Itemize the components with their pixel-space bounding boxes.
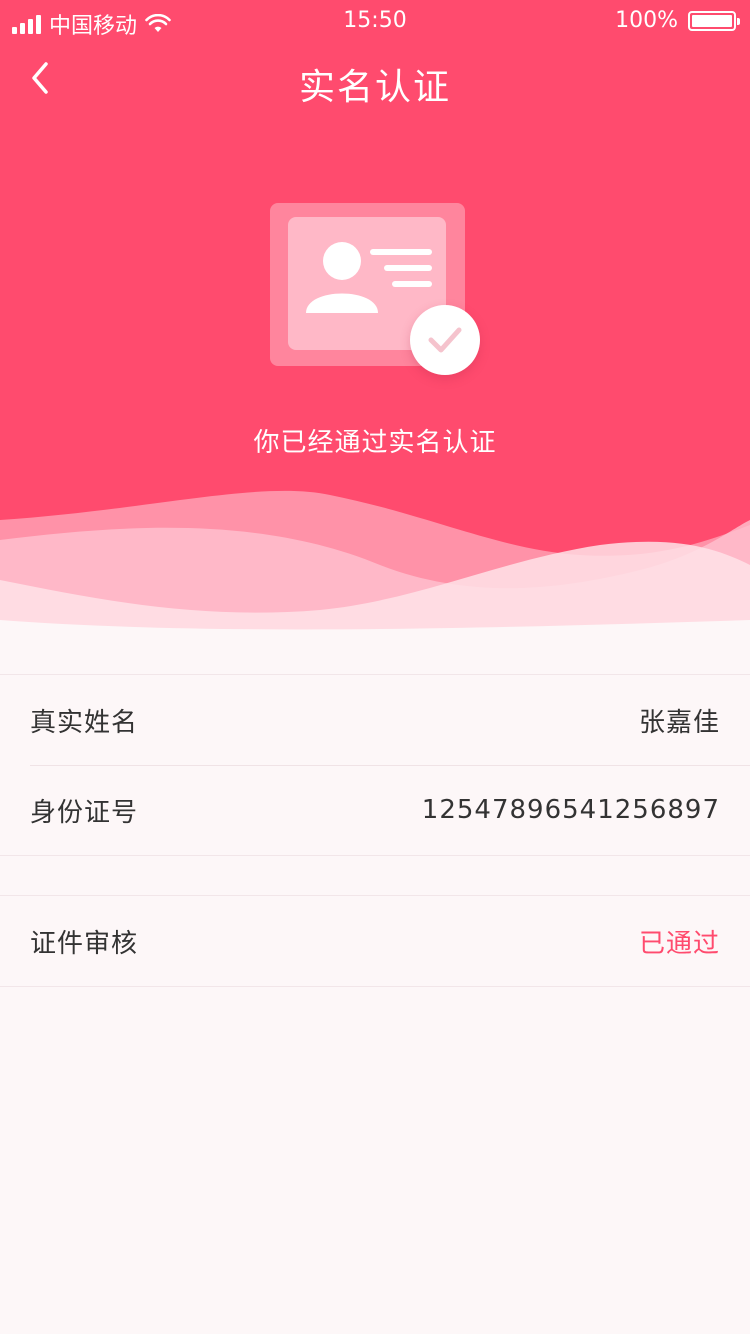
battery-icon (688, 10, 740, 31)
review-status: 已通过 (638, 928, 720, 959)
status-right: 100% (615, 8, 740, 33)
wave-decoration (0, 490, 750, 650)
id-number-value: 12547896541256897 (421, 795, 720, 825)
review-label: 证件审核 (30, 928, 139, 959)
list-item-review: 证件审核 已通过 (0, 896, 750, 986)
battery-percent: 100% (615, 8, 678, 33)
real-name-label: 真实姓名 (30, 707, 139, 738)
list-item-id-number: 身份证号 12547896541256897 (0, 765, 750, 855)
checkmark-icon (428, 327, 462, 353)
identity-info-group: 真实姓名 张嘉佳 身份证号 12547896541256897 (0, 674, 750, 856)
page-title: 实名认证 (298, 67, 451, 108)
id-card-verified-icon (268, 200, 484, 380)
list-item-real-name: 真实姓名 张嘉佳 (0, 675, 750, 765)
real-name-value: 张嘉佳 (638, 707, 720, 738)
hero-banner: 中国移动 15:50 100% 实名认证 你已经通过实名认证 (0, 0, 750, 650)
review-info-group: 证件审核 已通过 (0, 895, 750, 987)
screen: 中国移动 15:50 100% 实名认证 你已经通过实名认证 真实姓名 张嘉佳 … (0, 0, 750, 1334)
status-bar: 中国移动 15:50 100% (0, 0, 750, 40)
nav-bar: 实名认证 (0, 44, 750, 116)
id-number-label: 身份证号 (30, 797, 139, 828)
check-badge (410, 305, 480, 375)
verified-message: 你已经通过实名认证 (253, 428, 497, 458)
